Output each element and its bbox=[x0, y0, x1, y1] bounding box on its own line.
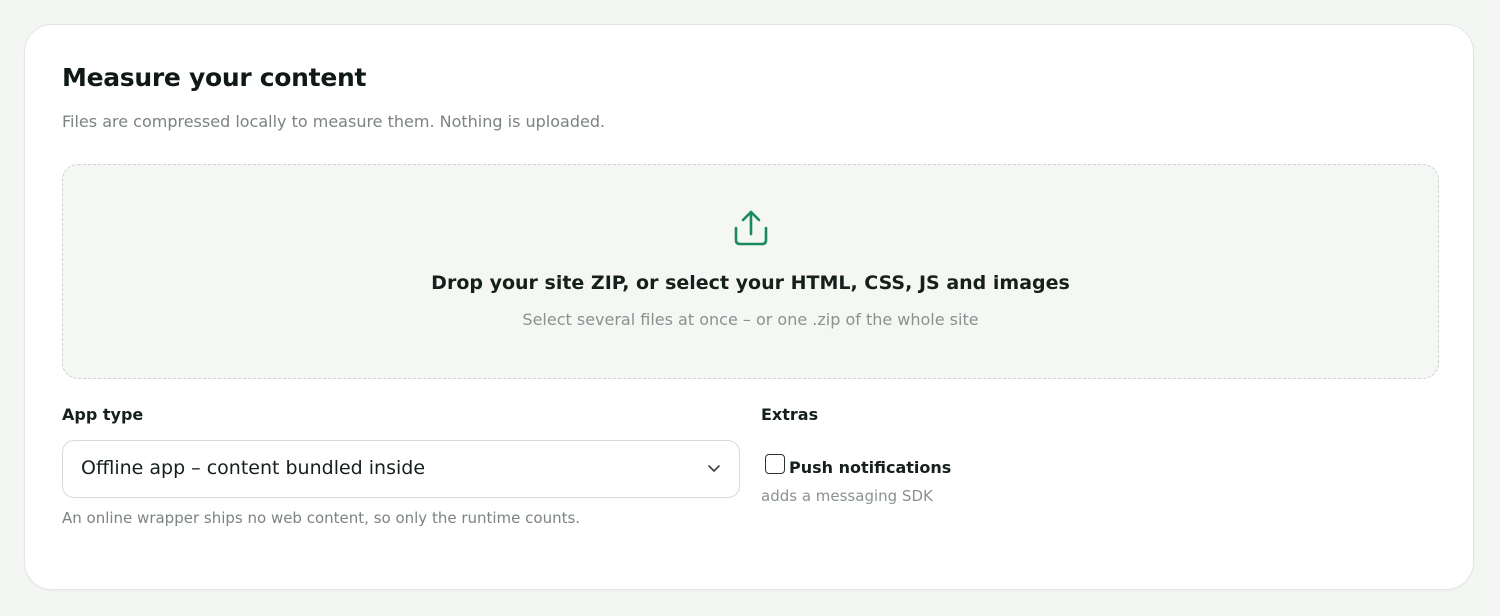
push-notifications-option[interactable]: Push notifications bbox=[765, 452, 952, 477]
section-title: Measure your content bbox=[62, 63, 367, 92]
upload-icon bbox=[734, 210, 768, 246]
file-dropzone[interactable]: Drop your site ZIP, or select your HTML,… bbox=[62, 164, 1439, 379]
section-subtitle: Files are compressed locally to measure … bbox=[62, 112, 606, 131]
dropzone-title: Drop your site ZIP, or select your HTML,… bbox=[431, 272, 1070, 294]
push-notifications-description: adds a messaging SDK bbox=[761, 487, 933, 505]
push-notifications-checkbox[interactable] bbox=[765, 454, 785, 474]
extras-label: Extras bbox=[761, 405, 819, 424]
push-notifications-label: Push notifications bbox=[789, 457, 952, 477]
app-type-select[interactable]: Offline app – content bundled inside bbox=[62, 440, 740, 498]
app-type-label: App type bbox=[62, 405, 144, 424]
measure-content-card: Measure your content Files are compresse… bbox=[24, 24, 1474, 590]
app-type-selected-value: Offline app – content bundled inside bbox=[81, 457, 426, 479]
dropzone-subtitle: Select several files at once – or one .z… bbox=[522, 310, 979, 329]
chevron-down-icon bbox=[708, 465, 720, 472]
app-type-hint: An online wrapper ships no web content, … bbox=[62, 509, 581, 527]
